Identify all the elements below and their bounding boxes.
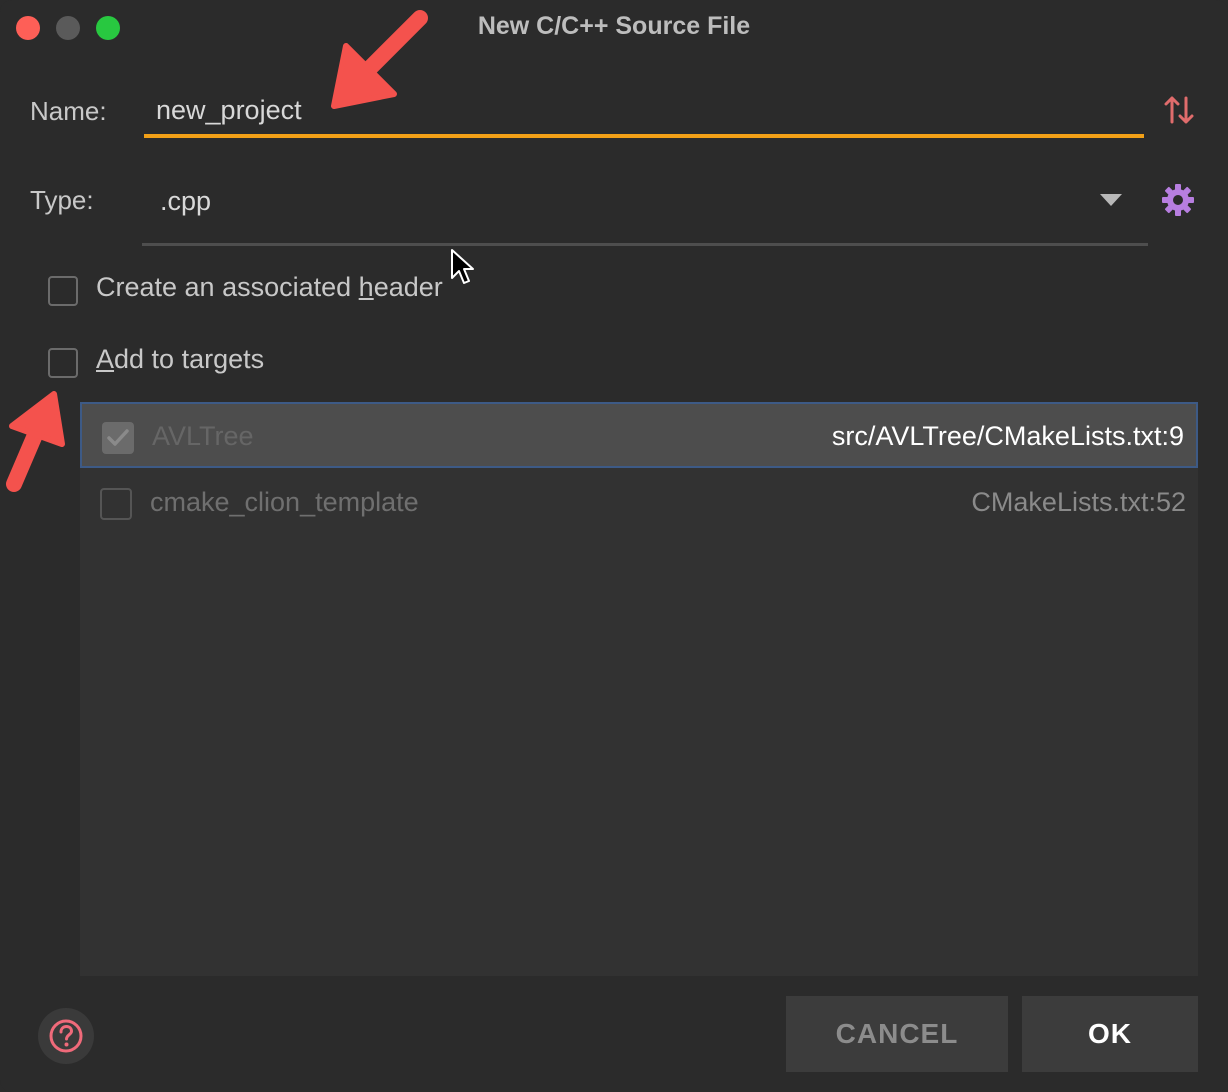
target-path: src/AVLTree/CMakeLists.txt:9: [831, 421, 1184, 451]
help-icon: [49, 1019, 83, 1053]
sort-arrows-icon[interactable]: [1164, 92, 1194, 128]
type-value: .cpp: [160, 186, 212, 216]
cancel-button[interactable]: CANCEL: [786, 996, 1008, 1072]
name-input[interactable]: [144, 86, 1144, 138]
create-header-checkbox[interactable]: [48, 276, 78, 306]
target-name: AVLTree: [152, 421, 254, 451]
create-header-label[interactable]: Create an associated header: [96, 272, 443, 303]
dialog-window: New C/C++ Source File Name: Type: .cpp C…: [0, 0, 1228, 1092]
target-path: CMakeLists.txt:52: [971, 487, 1186, 517]
annotation-arrow-icon: [331, 10, 428, 109]
dialog-title: New C/C++ Source File: [477, 12, 751, 40]
target-row[interactable]: AVLTree src/AVLTree/CMakeLists.txt:9: [80, 402, 1198, 468]
annotation-arrow-icon: [6, 391, 65, 492]
type-dropdown[interactable]: .cpp: [142, 176, 1148, 246]
gear-icon[interactable]: [1160, 182, 1196, 218]
target-name: cmake_clion_template: [150, 487, 419, 517]
target-checkbox[interactable]: [102, 422, 134, 454]
ok-button[interactable]: OK: [1022, 996, 1198, 1072]
target-row[interactable]: cmake_clion_template CMakeLists.txt:52: [80, 470, 1198, 536]
add-to-targets-label[interactable]: Add to targets: [96, 344, 264, 375]
targets-list[interactable]: AVLTree src/AVLTree/CMakeLists.txt:9 cma…: [80, 402, 1198, 976]
name-label: Name:: [30, 96, 107, 126]
add-to-targets-checkbox[interactable]: [48, 348, 78, 378]
chevron-down-icon[interactable]: [1100, 194, 1122, 206]
type-label: Type:: [30, 185, 94, 215]
checkmark-icon: [107, 429, 129, 446]
title-bar: New C/C++ Source File: [0, 0, 1228, 56]
help-button[interactable]: [38, 1008, 94, 1064]
target-checkbox[interactable]: [100, 488, 132, 520]
mouse-cursor-icon: [451, 249, 474, 284]
